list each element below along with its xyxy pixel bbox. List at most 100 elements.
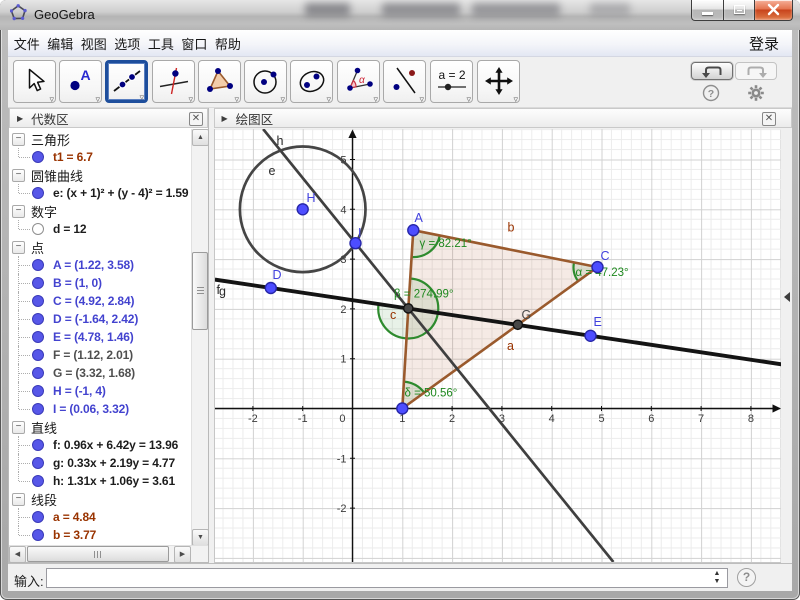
menu-edit[interactable]: 编辑 (44, 30, 78, 57)
tool-move-graphics-view[interactable]: ▿ (477, 60, 520, 103)
visibility-marble[interactable] (32, 331, 44, 343)
tool-dropdown-caret[interactable]: ▿ (234, 95, 239, 104)
algebra-item-row[interactable]: I = (0.06, 3.32) (9, 400, 191, 418)
tool-dropdown-caret[interactable]: ▿ (326, 95, 331, 104)
visibility-marble[interactable] (32, 385, 44, 397)
scroll-right-button[interactable]: ▶ (174, 546, 191, 563)
algebra-vertical-scrollbar[interactable]: ▲ ▼ (191, 129, 208, 546)
tool-angle[interactable]: α ▿ (337, 60, 380, 103)
redo-button[interactable] (735, 62, 777, 80)
menu-options[interactable]: 选项 (111, 30, 145, 57)
algebra-item-row[interactable]: E = (4.78, 1.46) (9, 328, 191, 346)
algebra-item-row[interactable]: t1 = 6.7 (9, 148, 191, 166)
algebra-item-row[interactable]: e: (x + 1)² + (y - 4)² = 1.59 (9, 184, 191, 202)
point-E[interactable] (585, 330, 596, 341)
title-bar[interactable]: GeoGebra (0, 0, 800, 30)
menu-file[interactable]: 文件 (10, 30, 44, 57)
tool-dropdown-caret[interactable]: ▿ (49, 95, 54, 104)
tool-conic-through-points[interactable]: ▿ (290, 60, 333, 103)
maximize-button[interactable] (723, 0, 755, 21)
algebra-item-row[interactable]: A = (1.22, 3.58) (9, 256, 191, 274)
spinner-up-icon[interactable]: ▲ (711, 570, 723, 578)
point-H[interactable] (297, 204, 308, 215)
visibility-marble[interactable] (32, 313, 44, 325)
graphics-close-button[interactable]: ✕ (762, 112, 776, 126)
algebra-item-row[interactable]: b = 3.77 (9, 526, 191, 544)
graphics-canvas[interactable]: -2 -1 0 1 2 3 4 5 6 7 8 5 4 3 2 (214, 129, 782, 563)
algebra-item-row[interactable]: C = (4.92, 2.84) (9, 292, 191, 310)
tool-dropdown-caret[interactable]: ▿ (95, 95, 100, 104)
menu-window[interactable]: 窗口 (178, 30, 212, 57)
algebra-item-row[interactable]: g: 0.33x + 2.19y = 4.77 (9, 454, 191, 472)
scroll-down-button[interactable]: ▼ (192, 529, 209, 546)
input-history-spinner[interactable]: ▲▼ (711, 570, 723, 586)
point-B[interactable] (396, 403, 407, 414)
algebra-item-row[interactable]: D = (-1.64, 2.42) (9, 310, 191, 328)
visibility-marble[interactable] (32, 187, 44, 199)
visibility-marble[interactable] (32, 403, 44, 415)
visibility-marble[interactable] (32, 259, 44, 271)
visibility-marble[interactable] (32, 529, 44, 541)
tool-dropdown-caret[interactable]: ▿ (466, 95, 471, 104)
panel-menu-arrow-icon[interactable]: ▶ (222, 114, 228, 123)
collapse-toggle[interactable]: − (12, 241, 25, 254)
algebra-input-field[interactable] (46, 568, 728, 588)
tool-dropdown-caret[interactable]: ▿ (139, 93, 144, 102)
visibility-marble[interactable] (32, 151, 44, 163)
tool-slider[interactable]: a = 2 ▿ (430, 60, 473, 103)
spinner-down-icon[interactable]: ▼ (711, 578, 723, 586)
point-A[interactable] (407, 225, 418, 236)
menu-tools[interactable]: 工具 (144, 30, 178, 57)
tool-polygon[interactable]: ▿ (198, 60, 241, 103)
algebra-item-row[interactable]: h: 1.31x + 1.06y = 3.61 (9, 472, 191, 490)
algebra-horizontal-scrollbar[interactable]: ◀ ▶ (9, 545, 208, 562)
collapse-toggle[interactable]: − (12, 133, 25, 146)
algebra-item-row[interactable]: d = 12 (9, 220, 191, 238)
visibility-marble[interactable] (32, 349, 44, 361)
open-panel-arrow-icon[interactable] (784, 292, 790, 302)
visibility-marble[interactable] (32, 277, 44, 289)
close-button[interactable] (755, 0, 793, 21)
undo-button[interactable] (691, 62, 733, 80)
visibility-marble[interactable] (32, 439, 44, 451)
point-C[interactable] (592, 262, 603, 273)
tool-point[interactable]: A ▿ (59, 60, 102, 103)
settings-gear-button[interactable] (747, 84, 765, 102)
tool-dropdown-caret[interactable]: ▿ (188, 95, 193, 104)
vertical-scroll-thumb[interactable] (192, 252, 208, 330)
minimize-button[interactable] (691, 0, 723, 21)
visibility-marble[interactable] (32, 511, 44, 523)
algebra-item-row[interactable]: B = (1, 0) (9, 274, 191, 292)
algebra-item-row[interactable]: H = (-1, 4) (9, 382, 191, 400)
sign-in-button[interactable]: 登录 (749, 33, 779, 54)
point-F[interactable] (403, 304, 412, 313)
algebra-item-row[interactable]: f: 0.96x + 6.42y = 13.96 (9, 436, 191, 454)
tool-dropdown-caret[interactable]: ▿ (280, 95, 285, 104)
algebra-item-row[interactable]: a = 4.84 (9, 508, 191, 526)
collapse-toggle[interactable]: − (12, 169, 25, 182)
input-help-button[interactable]: ? (737, 568, 756, 587)
tool-dropdown-caret[interactable]: ▿ (513, 95, 518, 104)
algebra-item-row[interactable]: G = (3.32, 1.68) (9, 364, 191, 382)
scroll-left-button[interactable]: ◀ (9, 546, 26, 563)
visibility-marble[interactable] (32, 223, 44, 235)
menu-help[interactable]: 帮助 (211, 30, 245, 57)
tool-circle-with-center[interactable]: ▿ (244, 60, 287, 103)
tool-perpendicular-line[interactable]: ▿ (152, 60, 195, 103)
visibility-marble[interactable] (32, 457, 44, 469)
toolbar-help-button[interactable]: ? (702, 84, 720, 102)
tool-dropdown-caret[interactable]: ▿ (419, 95, 424, 104)
menu-view[interactable]: 视图 (77, 30, 111, 57)
tool-dropdown-caret[interactable]: ▿ (373, 95, 378, 104)
collapse-toggle[interactable]: − (12, 205, 25, 218)
visibility-marble[interactable] (32, 367, 44, 379)
panel-menu-arrow-icon[interactable]: ▶ (17, 114, 23, 123)
algebra-item-row[interactable]: F = (1.12, 2.01) (9, 346, 191, 364)
tool-reflect-about-line[interactable]: ▿ (383, 60, 426, 103)
tool-line-through-two-points[interactable]: ▿ (105, 60, 148, 103)
scroll-up-button[interactable]: ▲ (192, 129, 209, 146)
point-D[interactable] (265, 283, 276, 294)
visibility-marble[interactable] (32, 475, 44, 487)
horizontal-scroll-thumb[interactable] (27, 546, 169, 562)
visibility-marble[interactable] (32, 295, 44, 307)
